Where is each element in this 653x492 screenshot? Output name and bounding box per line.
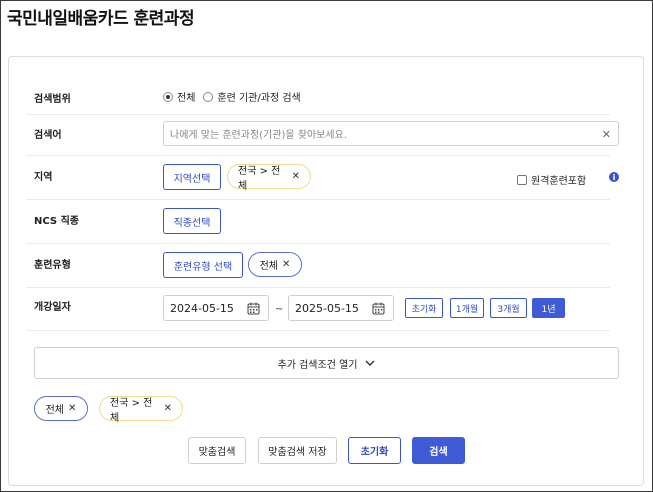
close-icon[interactable]: ✕ bbox=[602, 128, 611, 141]
selected-filter-label: 전국 > 전체 bbox=[110, 397, 153, 424]
selected-filter-chip: 전체 ✕ bbox=[34, 396, 88, 421]
region-label: 지역 bbox=[34, 172, 53, 183]
row-divider bbox=[26, 199, 610, 200]
date-reset-button[interactable]: 초기화 bbox=[405, 298, 443, 318]
training-type-label: 훈련유형 bbox=[34, 260, 71, 271]
ncs-label: NCS 직종 bbox=[34, 216, 79, 227]
row-divider bbox=[26, 155, 610, 156]
selected-filter-label: 전체 bbox=[45, 405, 64, 416]
page-title: 국민내일배움카드 훈련과정 bbox=[7, 9, 195, 29]
chip-remove-icon[interactable]: ✕ bbox=[292, 171, 300, 182]
search-button[interactable]: 검색 bbox=[412, 437, 465, 464]
scope-label: 검색범위 bbox=[34, 94, 71, 105]
reset-button[interactable]: 초기화 bbox=[348, 437, 401, 464]
region-chip: 전국 > 전체 ✕ bbox=[227, 164, 311, 192]
date-range-separator: ~ bbox=[275, 304, 284, 315]
keyword-label: 검색어 bbox=[34, 130, 62, 141]
training-type-select-button[interactable]: 훈련유형 선택 bbox=[163, 252, 243, 278]
custom-search-button[interactable]: 맞춤검색 bbox=[188, 437, 246, 464]
keyword-input[interactable]: 나에게 맞는 훈련과정(기관)을 찾아보세요. ✕ bbox=[163, 121, 619, 146]
start-date-from-input[interactable]: 2024-05-15 bbox=[163, 295, 269, 321]
save-custom-search-button[interactable]: 맞춤검색 저장 bbox=[258, 437, 337, 464]
calendar-icon[interactable] bbox=[247, 302, 260, 315]
start-date-label: 개강일자 bbox=[34, 302, 71, 313]
more-conditions-toggle[interactable]: 추가 검색조건 열기 bbox=[34, 347, 619, 379]
checkbox-icon bbox=[517, 174, 527, 185]
radio-checked-icon bbox=[163, 91, 173, 102]
chip-remove-icon[interactable]: ✕ bbox=[164, 403, 172, 414]
row-divider bbox=[26, 330, 610, 331]
region-select-button[interactable]: 지역선택 bbox=[163, 164, 221, 190]
keyword-placeholder: 나에게 맞는 훈련과정(기관)을 찾아보세요. bbox=[170, 130, 347, 141]
scope-radio-all-label: 전체 bbox=[177, 93, 196, 104]
calendar-icon[interactable] bbox=[372, 302, 385, 315]
row-divider bbox=[26, 114, 610, 115]
date-3month-button[interactable]: 3개월 bbox=[490, 298, 527, 318]
scope-radio-institution-label: 훈련 기관/과정 검색 bbox=[217, 93, 301, 104]
row-divider bbox=[26, 287, 610, 288]
region-chip-label: 전국 > 전체 bbox=[238, 165, 281, 192]
radio-unchecked-icon bbox=[203, 91, 214, 102]
more-conditions-label: 추가 검색조건 열기 bbox=[277, 359, 358, 371]
remote-training-checkbox[interactable]: 원격훈련포함 bbox=[517, 172, 586, 187]
ncs-select-button[interactable]: 직종선택 bbox=[163, 208, 221, 234]
scope-radio-institution[interactable]: 훈련 기관/과정 검색 bbox=[203, 89, 301, 104]
start-date-from-value: 2024-05-15 bbox=[170, 301, 234, 315]
start-date-to-value: 2025-05-15 bbox=[295, 301, 359, 315]
training-type-chip-label: 전체 bbox=[259, 261, 278, 272]
chevron-down-icon bbox=[365, 360, 375, 366]
remote-training-label: 원격훈련포함 bbox=[531, 176, 587, 187]
selected-filter-chip: 전국 > 전체 ✕ bbox=[99, 396, 183, 424]
info-icon[interactable]: i bbox=[609, 172, 619, 182]
start-date-to-input[interactable]: 2025-05-15 bbox=[288, 295, 394, 321]
date-1month-button[interactable]: 1개월 bbox=[450, 298, 484, 318]
training-type-chip: 전체 ✕ bbox=[248, 252, 302, 277]
chip-remove-icon[interactable]: ✕ bbox=[68, 403, 76, 414]
scope-radio-all[interactable]: 전체 bbox=[163, 89, 195, 104]
chip-remove-icon[interactable]: ✕ bbox=[282, 259, 290, 270]
scope-radio-group: 전체 훈련 기관/과정 검색 bbox=[163, 89, 309, 104]
row-divider bbox=[26, 243, 610, 244]
date-1year-button[interactable]: 1년 bbox=[532, 298, 565, 318]
